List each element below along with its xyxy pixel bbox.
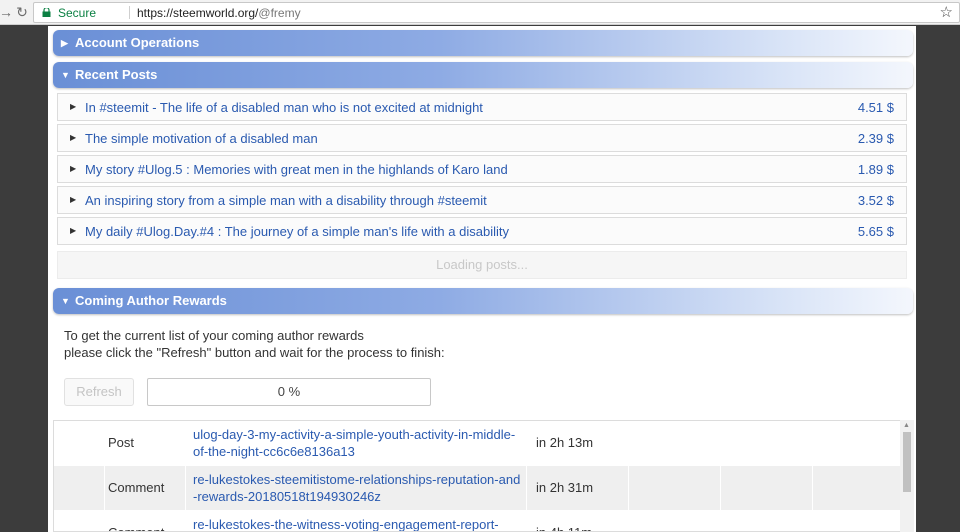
post-value: 3.52 $ [857, 193, 894, 208]
section-title: Recent Posts [75, 67, 158, 82]
url-path: @fremy [258, 6, 301, 20]
reward-type: Post [108, 435, 135, 450]
reload-icon[interactable]: ↻ [14, 4, 30, 20]
reward-permlink[interactable]: ulog-day-3-my-activity-a-simple-youth-ac… [187, 421, 527, 465]
page-background: ▶ Account Operations ▼ Recent Posts ▶ In #… [0, 26, 960, 532]
main-content: ▶ Account Operations ▼ Recent Posts ▶ In #… [48, 26, 916, 532]
progress-display: 0 % [147, 378, 431, 406]
scroll-up-arrow-icon[interactable]: ▲ [903, 422, 910, 429]
reward-permlink[interactable]: re-lukestokes-steemitistome-relationship… [187, 466, 527, 510]
loading-posts-indicator: Loading posts... [57, 251, 907, 279]
reward-type: Comment [104, 511, 184, 531]
star-icon[interactable]: ☆ [940, 3, 953, 21]
post-row[interactable]: ▶ My story #Ulog.5 : Memories with great… [57, 155, 907, 183]
table-row: Comment re-lukestokes-steemitistome-rela… [54, 466, 900, 510]
expand-caret-icon[interactable]: ▶ [70, 133, 76, 142]
column-divider [185, 466, 186, 510]
reward-permlink[interactable]: re-lukestokes-the-witness-voting-engagem… [187, 511, 527, 531]
reward-time: in 2h 13m [536, 435, 594, 450]
section-title: Account Operations [75, 35, 200, 50]
post-value: 2.39 $ [857, 131, 894, 146]
table-scrollbar[interactable]: ▲ [900, 420, 914, 532]
expanded-triangle-icon: ▼ [61, 296, 70, 306]
post-row[interactable]: ▶ In #steemit - The life of a disabled m… [57, 93, 907, 121]
expand-caret-icon[interactable]: ▶ [70, 195, 76, 204]
reward-time: in 4h 11m [530, 511, 630, 531]
table-row: Post ulog-day-3-my-activity-a-simple-you… [54, 421, 900, 465]
post-value: 5.65 $ [857, 224, 894, 239]
url-text[interactable]: https://steemworld.org/@fremy [137, 6, 301, 20]
address-bar[interactable]: Secure https://steemworld.org/@fremy ☆ [33, 2, 960, 23]
column-divider [526, 466, 527, 510]
post-title-link[interactable]: My daily #Ulog.Day.#4 : The journey of a… [85, 224, 509, 239]
expanded-triangle-icon: ▼ [61, 70, 70, 80]
post-title-link[interactable]: An inspiring story from a simple man wit… [85, 193, 487, 208]
expand-caret-icon[interactable]: ▶ [70, 164, 76, 173]
post-row[interactable]: ▶ An inspiring story from a simple man w… [57, 186, 907, 214]
reward-type: Comment [108, 480, 165, 495]
recent-posts-header[interactable]: ▼ Recent Posts [53, 62, 913, 88]
reward-time: in 2h 31m [536, 480, 594, 495]
post-title-link[interactable]: In #steemit - The life of a disabled man… [85, 100, 483, 115]
lock-icon [42, 8, 51, 17]
column-divider [812, 466, 813, 510]
post-title-link[interactable]: The simple motivation of a disabled man [85, 131, 318, 146]
column-divider [720, 466, 721, 510]
post-value: 4.51 $ [857, 100, 894, 115]
account-operations-header[interactable]: ▶ Account Operations [53, 30, 913, 56]
omnibox-divider [129, 6, 130, 19]
secure-label: Secure [58, 6, 97, 20]
expand-caret-icon[interactable]: ▶ [70, 102, 76, 111]
column-divider [628, 466, 629, 510]
back-arrow-icon[interactable]: → [0, 4, 14, 20]
rewards-intro-line-1: To get the current list of your coming a… [64, 328, 364, 343]
scrollbar-thumb[interactable] [903, 432, 911, 492]
refresh-button[interactable]: Refresh [64, 378, 134, 406]
post-row[interactable]: ▶ The simple motivation of a disabled ma… [57, 124, 907, 152]
section-title: Coming Author Rewards [75, 293, 227, 308]
post-row[interactable]: ▶ My daily #Ulog.Day.#4 : The journey of… [57, 217, 907, 245]
post-title-link[interactable]: My story #Ulog.5 : Memories with great m… [85, 162, 508, 177]
expand-caret-icon[interactable]: ▶ [70, 226, 76, 235]
rewards-intro-line-2: please click the "Refresh" button and wa… [64, 345, 445, 360]
url-host: https://steemworld.org/ [137, 6, 259, 20]
table-row: Comment re-lukestokes-the-witness-voting… [54, 511, 900, 531]
rewards-table: Post ulog-day-3-my-activity-a-simple-you… [53, 420, 901, 532]
coming-author-rewards-header[interactable]: ▼ Coming Author Rewards [53, 288, 913, 314]
browser-toolbar: → ↻ Secure https://steemworld.org/@fremy… [0, 0, 960, 25]
post-value: 1.89 $ [857, 162, 894, 177]
collapsed-triangle-icon: ▶ [61, 38, 68, 48]
